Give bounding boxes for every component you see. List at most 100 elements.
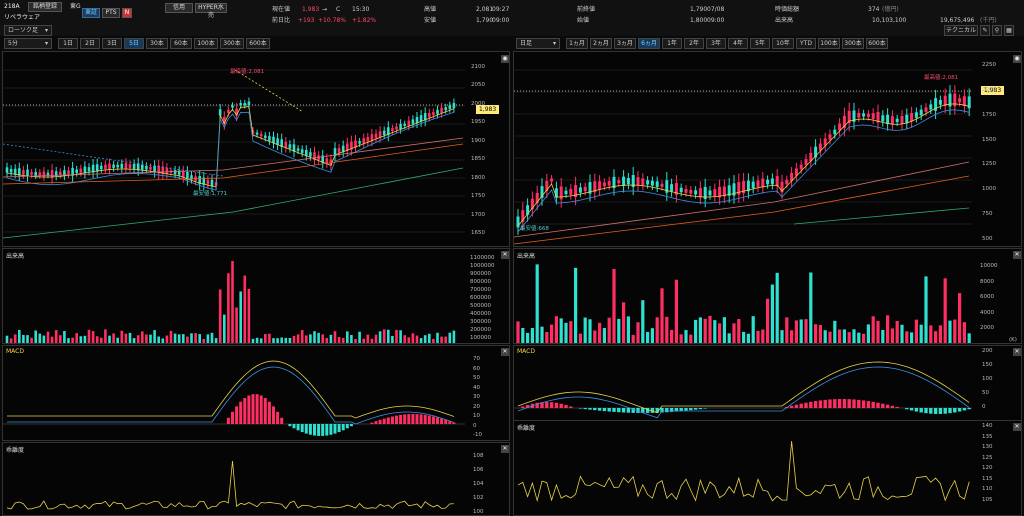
volume-bar <box>732 323 736 343</box>
macd-bar <box>597 408 602 411</box>
left-range-tab[interactable]: 100本 <box>194 38 218 49</box>
macd-bar <box>852 399 856 408</box>
macd-bar <box>386 417 390 424</box>
interval-select[interactable]: 5分 ▾ <box>4 38 52 49</box>
layout-icon[interactable]: ▦ <box>1004 25 1014 36</box>
candle-body <box>564 190 568 195</box>
volume-bar <box>46 331 50 343</box>
candle-body <box>761 178 765 188</box>
shinyo-button[interactable]: 信用 <box>165 3 193 13</box>
volume-bar <box>141 331 144 343</box>
volume-bar <box>694 319 698 343</box>
volume-bar <box>54 330 58 343</box>
left-range-tab[interactable]: 2日 <box>80 38 100 49</box>
right-range-tab[interactable]: 600本 <box>866 38 888 49</box>
y-tick-label: 135 <box>982 433 993 440</box>
left-range-tab[interactable]: 60本 <box>170 38 192 49</box>
register-button[interactable]: 銘柄登録 <box>28 2 62 12</box>
macd-bar <box>909 408 914 411</box>
right-range-tab[interactable]: 2年 <box>684 38 704 49</box>
candle-body <box>436 109 439 115</box>
right-range-tab[interactable]: 4年 <box>728 38 748 49</box>
candle-body <box>100 165 103 170</box>
volume-bar <box>612 268 616 343</box>
left-range-tab[interactable]: 3日 <box>102 38 122 49</box>
quote-time: 15:30 <box>352 6 370 13</box>
right-range-tab[interactable]: 3年 <box>706 38 726 49</box>
left-range-tab[interactable]: 300本 <box>220 38 244 49</box>
y-tick-label: 10 <box>473 413 480 419</box>
right-range-tab[interactable]: 1ヵ月 <box>566 38 588 49</box>
left-range-tab[interactable]: 5日 <box>124 38 144 49</box>
volume-bar <box>337 336 341 343</box>
volume-bar <box>153 330 156 343</box>
volume-bar <box>50 336 54 343</box>
candle-body <box>407 120 411 126</box>
camera-icon[interactable]: ◉ <box>501 55 509 63</box>
right-range-tab[interactable]: 3ヵ月 <box>614 38 636 49</box>
volume-bar <box>847 332 851 343</box>
diff-value: +193 <box>298 17 315 24</box>
link-icon[interactable]: ⚲ <box>992 25 1002 36</box>
left-range-tab[interactable]: 600本 <box>246 38 270 49</box>
tosho-button[interactable]: 東証 <box>82 8 100 18</box>
y-tick-label: 30 <box>473 394 480 400</box>
left-range-tab[interactable]: 1日 <box>58 38 78 49</box>
macd-bar <box>938 408 943 414</box>
candle-body <box>660 183 664 187</box>
y-tick-label: 104 <box>473 481 484 487</box>
candle-body <box>358 141 361 144</box>
macd-line <box>517 361 970 414</box>
right-range-tab[interactable]: 100本 <box>818 38 840 49</box>
candle-body <box>526 205 530 215</box>
candle-body <box>958 98 962 103</box>
candle-body <box>919 109 923 116</box>
volume-bar <box>325 337 329 343</box>
macd-bar <box>684 408 688 411</box>
right-range-tab[interactable]: 6ヵ月 <box>638 38 660 49</box>
volume-bar <box>362 338 365 343</box>
right-range-tab[interactable]: 10年 <box>772 38 794 49</box>
right-range-tab[interactable]: 2ヵ月 <box>590 38 612 49</box>
diff-pct2: +1.82% <box>352 17 377 24</box>
macd-bar <box>924 408 928 414</box>
y-tick-label: 1800 <box>471 174 485 181</box>
camera-icon[interactable]: ◉ <box>1013 55 1021 63</box>
macd-bar <box>288 424 292 427</box>
right-range-tab[interactable]: 300本 <box>842 38 864 49</box>
right-range-tab[interactable]: 5年 <box>750 38 770 49</box>
pen-icon[interactable]: ✎ <box>980 25 990 36</box>
left-divergence-chart <box>6 460 454 510</box>
n-button[interactable]: N <box>122 8 132 18</box>
macd-bar <box>444 419 448 424</box>
volume-bar <box>588 319 592 343</box>
macd-bar <box>235 406 239 424</box>
left-range-tab[interactable]: 30本 <box>146 38 168 49</box>
volume-bar <box>862 333 866 343</box>
volume-bar <box>214 338 218 343</box>
candle-body <box>22 170 25 175</box>
right-range-tab[interactable]: YTD <box>796 38 816 49</box>
volume-bar <box>818 324 822 343</box>
pts-button[interactable]: PTS <box>102 8 120 18</box>
volume-bar <box>958 293 962 343</box>
volume-bar <box>530 327 534 343</box>
turnover-value: 19,675,496 <box>940 17 975 24</box>
candle-body <box>153 165 156 173</box>
volume-bar <box>145 334 148 343</box>
turnover-unit: (千円) <box>980 17 997 24</box>
macd-bar <box>621 408 626 413</box>
volume-bar <box>218 289 222 343</box>
divergence-line <box>517 440 970 503</box>
macd-bar <box>263 398 267 424</box>
candle-body <box>799 164 803 170</box>
volume-bar <box>71 337 74 343</box>
technical-button[interactable]: テクニカル <box>944 25 978 36</box>
chart-type-select-left[interactable]: ローソク足 ▾ <box>4 25 52 36</box>
macd-bar <box>280 417 284 424</box>
candle-body <box>655 181 659 188</box>
volume-bar <box>177 334 181 343</box>
chart-type-select-right[interactable]: 日足 ▾ <box>516 38 560 49</box>
hyper-button[interactable]: HYPER水売 <box>195 3 227 19</box>
right-range-tab[interactable]: 1年 <box>662 38 682 49</box>
